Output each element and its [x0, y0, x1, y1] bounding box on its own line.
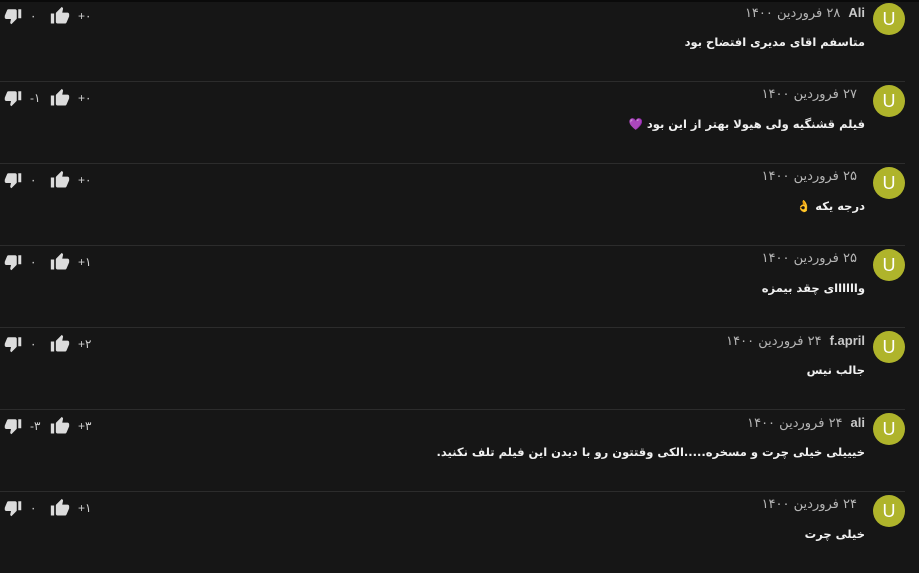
avatar[interactable]: U — [873, 3, 905, 35]
avatar[interactable]: U — [873, 495, 905, 527]
dislike-count: ۰ — [30, 501, 37, 515]
comment-item: U ۲۵ فروردین ۱۴۰۰ درجه یکه 👌 ۰ +۰ — [0, 164, 905, 246]
thumbs-up-icon[interactable] — [50, 88, 70, 108]
comment-date: ۲۵ فروردین ۱۴۰۰ — [761, 251, 857, 266]
vote-bar: ۰ +۱ — [4, 498, 91, 518]
avatar[interactable]: U — [873, 249, 905, 281]
like-count: +۱ — [78, 501, 92, 515]
vote-bar: ۰ +۲ — [4, 334, 91, 354]
comment-date: ۲۸ فروردین ۱۴۰۰ — [744, 6, 841, 21]
comment-author[interactable]: f.april — [830, 333, 865, 348]
comment-date: ۲۷ فروردین ۱۴۰۰ — [761, 87, 857, 102]
comment-item: U ۲۵ فروردین ۱۴۰۰ واااااای چقد بیمزه ۰ +… — [0, 246, 905, 328]
comment-text: واااااای چقد بیمزه — [761, 281, 865, 295]
vote-bar: -۳ +۳ — [4, 416, 91, 436]
comment-meta: ۲۷ فروردین ۱۴۰۰ — [762, 87, 865, 102]
comment-text: متاسفم اقای مدیری افتضاح بود — [684, 35, 865, 49]
comment-text: جالب نیس — [806, 363, 865, 377]
comment-date: ۲۵ فروردین ۱۴۰۰ — [761, 169, 857, 184]
thumbs-up-icon[interactable] — [50, 498, 70, 518]
avatar[interactable]: U — [873, 413, 905, 445]
thumbs-down-icon[interactable] — [4, 253, 22, 271]
comment-item: U Ali ۲۸ فروردین ۱۴۰۰ متاسفم اقای مدیری … — [0, 0, 905, 82]
comment-date: ۲۴ فروردین ۱۴۰۰ — [726, 334, 822, 349]
comment-author[interactable]: Ali — [848, 5, 865, 20]
comment-author[interactable]: ali — [851, 415, 865, 430]
comment-text: خیییلی خیلی چرت و مسخره.....الکی وقتتون … — [436, 445, 865, 459]
vote-bar: ۰ +۰ — [4, 170, 91, 190]
thumbs-down-icon[interactable] — [4, 171, 22, 189]
comment-text: درجه یکه 👌 — [796, 199, 865, 213]
comment-meta: ۲۴ فروردین ۱۴۰۰ — [762, 497, 865, 512]
avatar[interactable]: U — [873, 167, 905, 199]
comment-meta: ۲۵ فروردین ۱۴۰۰ — [762, 169, 865, 184]
comment-date: ۲۴ فروردین ۱۴۰۰ — [747, 416, 843, 431]
dislike-count: -۳ — [30, 419, 41, 433]
dislike-count: ۰ — [30, 9, 37, 23]
vote-bar: ۰ +۰ — [4, 6, 91, 26]
vote-bar: ۰ +۱ — [4, 252, 91, 272]
comment-item: U ۲۴ فروردین ۱۴۰۰ خیلی چرت ۰ +۱ — [0, 492, 905, 573]
comment-item: U ۲۷ فروردین ۱۴۰۰ فیلم قشنگیه ولی هیولا … — [0, 82, 905, 164]
thumbs-down-icon[interactable] — [4, 7, 22, 25]
like-count: +۰ — [78, 173, 92, 187]
avatar[interactable]: U — [873, 85, 905, 117]
like-count: +۲ — [78, 337, 92, 351]
thumbs-up-icon[interactable] — [50, 252, 70, 272]
thumbs-down-icon[interactable] — [4, 499, 22, 517]
thumbs-up-icon[interactable] — [50, 170, 70, 190]
like-count: +۰ — [78, 9, 92, 23]
dislike-count: ۰ — [30, 337, 37, 351]
dislike-count: -۱ — [30, 91, 41, 105]
vote-bar: -۱ +۰ — [4, 88, 91, 108]
thumbs-down-icon[interactable] — [4, 335, 22, 353]
comment-meta: Ali ۲۸ فروردین ۱۴۰۰ — [745, 5, 865, 21]
like-count: +۳ — [78, 419, 92, 433]
thumbs-up-icon[interactable] — [50, 334, 70, 354]
comment-meta: ali ۲۴ فروردین ۱۴۰۰ — [747, 415, 865, 431]
comment-item: U f.april ۲۴ فروردین ۱۴۰۰ جالب نیس ۰ +۲ — [0, 328, 905, 410]
thumbs-down-icon[interactable] — [4, 417, 22, 435]
thumbs-up-icon[interactable] — [50, 416, 70, 436]
like-count: +۱ — [78, 255, 92, 269]
comment-date: ۲۴ فروردین ۱۴۰۰ — [761, 497, 857, 512]
dislike-count: ۰ — [30, 173, 37, 187]
comment-item: U ali ۲۴ فروردین ۱۴۰۰ خیییلی خیلی چرت و … — [0, 410, 905, 492]
comment-text: خیلی چرت — [804, 527, 865, 541]
thumbs-down-icon[interactable] — [4, 89, 22, 107]
avatar[interactable]: U — [873, 331, 905, 363]
comment-meta: f.april ۲۴ فروردین ۱۴۰۰ — [726, 333, 865, 349]
dislike-count: ۰ — [30, 255, 37, 269]
thumbs-up-icon[interactable] — [50, 6, 70, 26]
like-count: +۰ — [78, 91, 92, 105]
comment-text: فیلم قشنگیه ولی هیولا بهتر از این بود 💜 — [628, 117, 865, 131]
comment-meta: ۲۵ فروردین ۱۴۰۰ — [762, 251, 865, 266]
